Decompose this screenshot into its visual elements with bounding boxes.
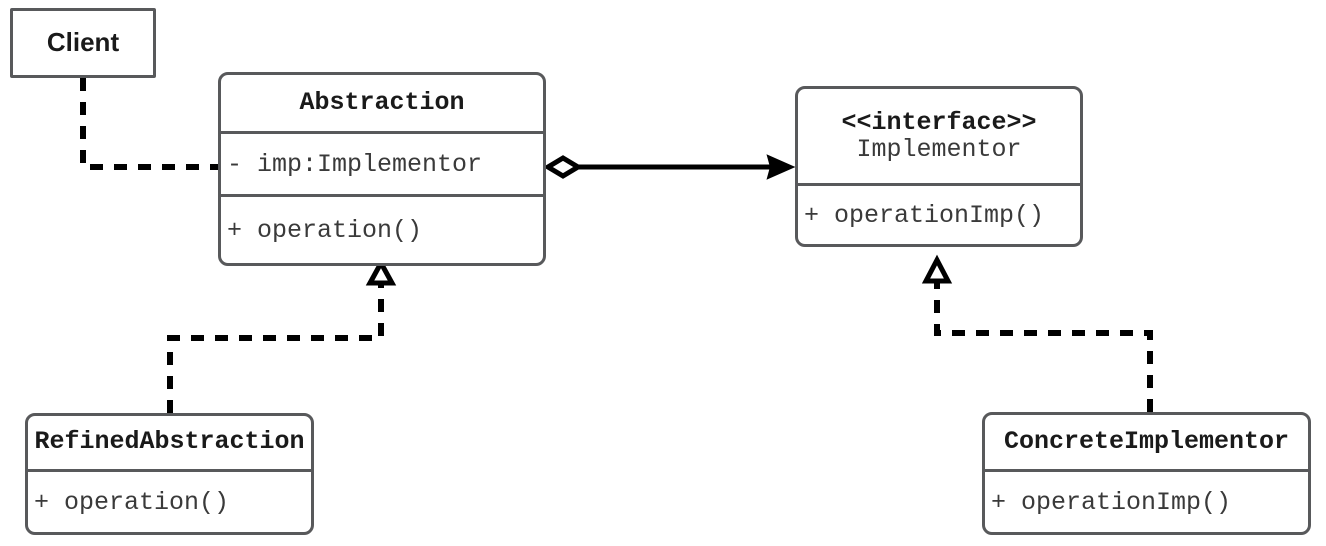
class-operations-compartment: + operation() xyxy=(28,472,311,532)
hollow-triangle-arrowhead-icon xyxy=(921,254,953,284)
class-title-compartment: RefinedAbstraction xyxy=(28,416,311,472)
class-operations-compartment: + operation() xyxy=(221,197,543,263)
class-attribute-label: - imp:Implementor xyxy=(227,149,483,179)
class-title-compartment: ConcreteImplementor xyxy=(985,415,1308,472)
solid-arrowhead-icon xyxy=(766,154,796,180)
class-operation-label: + operationImp() xyxy=(991,487,1232,517)
class-box-implementor[interactable]: <<interface>> Implementor + operationImp… xyxy=(795,86,1083,247)
class-title-compartment: Abstraction xyxy=(221,75,543,134)
class-box-concrete-implementor[interactable]: ConcreteImplementor + operationImp() xyxy=(982,412,1311,535)
edge-abstraction-to-implementor xyxy=(543,154,796,180)
edge-concrete-to-implementor xyxy=(921,254,1153,412)
class-title-compartment: Client xyxy=(13,11,153,75)
class-operation-label: + operationImp() xyxy=(804,200,1045,230)
aggregation-diamond-icon xyxy=(543,155,583,179)
class-operations-compartment: + operationImp() xyxy=(798,186,1080,244)
hollow-triangle-arrowhead-icon xyxy=(365,257,397,286)
class-operations-compartment: + operationImp() xyxy=(985,472,1308,532)
class-box-refined-abstraction[interactable]: RefinedAbstraction + operation() xyxy=(25,413,314,535)
class-stereotype-label: <<interface>> xyxy=(841,107,1037,137)
uml-class-diagram-canvas: Abstraction : dashed dependency --> Impl… xyxy=(0,0,1326,546)
class-name-label: Client xyxy=(46,27,120,58)
edge-client-to-abstraction xyxy=(80,78,218,170)
edge-refined-to-abstraction xyxy=(167,257,397,413)
class-box-abstraction[interactable]: Abstraction - imp:Implementor + operatio… xyxy=(218,72,546,266)
class-name-label: RefinedAbstraction xyxy=(34,427,305,457)
class-box-client[interactable]: Client xyxy=(10,8,156,78)
class-name-label: ConcreteImplementor xyxy=(1003,426,1290,456)
class-operation-label: + operation() xyxy=(34,487,230,517)
class-attributes-compartment: - imp:Implementor xyxy=(221,134,543,197)
class-name-label: Abstraction xyxy=(299,87,465,117)
class-operation-label: + operation() xyxy=(227,215,423,245)
class-title-compartment: <<interface>> Implementor xyxy=(798,89,1080,186)
class-name-label: Implementor xyxy=(856,135,1022,164)
